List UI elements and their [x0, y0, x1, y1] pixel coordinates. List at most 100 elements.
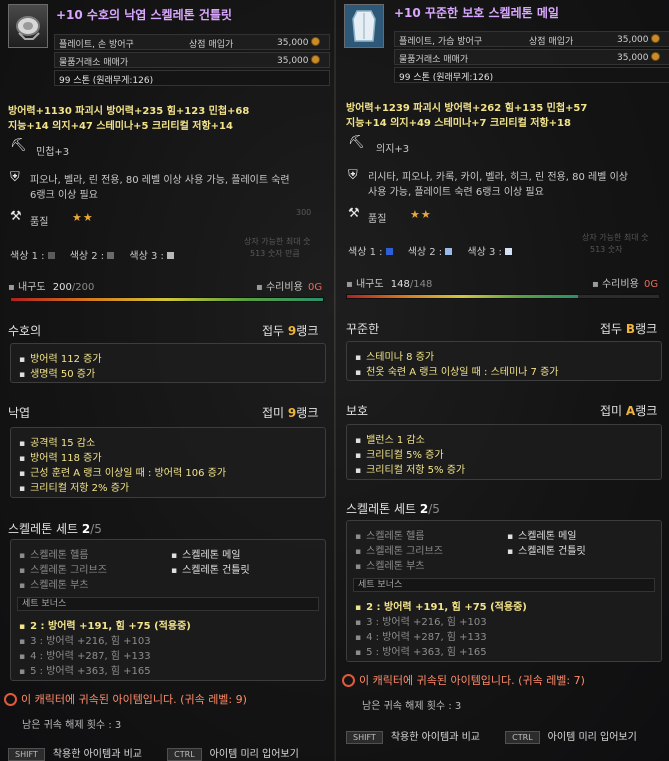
set-bonus: 3 : 방어력 +216, 힘 +103 — [355, 613, 487, 628]
right-item-tooltip: +10 꾸준한 보호 스켈레톤 메일 플레이트, 가슴 방어구 상점 매입가 3… — [335, 0, 669, 761]
set-bonus: 4 : 방어력 +287, 힘 +133 — [19, 647, 151, 662]
exchange-row: 물품거래소 매매가 35,000 — [394, 49, 669, 65]
ctrl-key[interactable]: CTRL — [505, 731, 540, 744]
item-type: 플레이트, 가슴 방어구 — [399, 37, 483, 47]
item-stats-line2: 지능+14 의지+47 스테미나+5 크리티컬 저항+14 — [8, 121, 233, 132]
coin-icon — [650, 34, 660, 43]
faded-hint-1: 상자 가능한 최대 숫 — [582, 233, 649, 242]
color3-swatch[interactable] — [166, 252, 174, 259]
color1-label: 색상 1 : — [348, 247, 383, 258]
restriction-line1: 피오나, 벨라, 린 전용, 80 레벨 이상 사용 가능, 플레이트 숙련 — [30, 175, 290, 186]
prefix-rank: 접두 9랭크 — [262, 324, 319, 338]
set-item: 스켈레톤 부츠 — [19, 576, 88, 591]
effect-line: 근성 훈련 A 랭크 이상일 때 : 방어력 106 증가 — [19, 464, 226, 479]
anvil-icon: ⚒ — [10, 209, 22, 224]
set-box: 스켈레톤 헬름 스켈레톤 메일 스켈레톤 그리브즈 스켈레톤 건틀릿 스켈레톤 … — [346, 520, 662, 662]
enchant-bonus: 민첩+3 — [36, 147, 70, 158]
anvil-icon: ⚒ — [348, 206, 360, 221]
prefix-section-title: 수호의 — [8, 324, 42, 338]
faded-number: 300 — [296, 208, 312, 217]
effect-line: 크리티컬 저항 2% 증가 — [19, 479, 129, 494]
shop-price-label: 상점 매입가 — [529, 37, 574, 47]
ctrl-key[interactable]: CTRL — [167, 748, 202, 761]
repair-value: 0G — [307, 282, 323, 293]
repair-label: 수리비용 — [601, 279, 639, 290]
suffix-effects-box: 공격력 15 감소 방어력 118 증가 근성 훈련 A 랭크 이상일 때 : … — [10, 427, 326, 498]
durability-bar — [10, 297, 324, 302]
armor-icon: ⛨ — [348, 168, 358, 183]
faded-hint-2: 513 숫자 만큼 — [250, 249, 300, 258]
effect-line: 방어력 118 증가 — [19, 449, 101, 464]
set-bonus: 5 : 방어력 +363, 힘 +165 — [19, 662, 151, 677]
mail-armor-item-icon — [344, 4, 384, 48]
color-row: 색상 1 : 색상 2 : 색상 3 : — [10, 247, 174, 262]
set-title: 스켈레톤 세트 2/5 — [8, 522, 102, 536]
bind-icon — [342, 674, 355, 687]
weight-row: 99 스톤 (원래무게:126) — [394, 67, 669, 83]
coin-icon — [310, 55, 320, 64]
set-item: 스켈레톤 그리브즈 — [19, 561, 107, 576]
armor-icon: ⛨ — [10, 170, 20, 185]
durability-bar-fill — [11, 298, 323, 301]
set-item: 스켈레톤 메일 — [507, 527, 576, 542]
coin-icon — [650, 52, 660, 61]
item-stats-line1: 방어력+1239 파괴시 방어력+262 힘+135 민첩+57 — [346, 103, 588, 114]
repair-cost: ▪ 수리비용 0G — [256, 282, 323, 293]
effect-line: 천옷 숙련 A 랭크 이상일 때 : 스테미나 7 증가 — [355, 363, 558, 378]
color-row: 색상 1 : 색상 2 : 색상 3 : — [348, 243, 512, 258]
color1-swatch[interactable] — [385, 248, 393, 255]
effect-line: 크리티컬 5% 증가 — [355, 446, 443, 461]
faded-hint-1: 상자 가능한 최대 숫 — [244, 237, 311, 246]
effect-line: 생명력 50 증가 — [19, 365, 95, 380]
color3-label: 색상 3 : — [467, 247, 502, 258]
shift-key[interactable]: SHIFT — [8, 748, 45, 761]
effect-line: 스테미나 8 증가 — [355, 348, 434, 363]
color2-swatch[interactable] — [107, 252, 115, 259]
compare-label: 착용한 아이템과 비교 — [52, 749, 142, 760]
suffix-effects-box: 밸런스 1 감소 크리티컬 5% 증가 크리티컬 저항 5% 증가 — [346, 424, 662, 480]
item-weight: 99 스톤 (원래무게:126) — [59, 76, 154, 86]
set-bonus: 5 : 방어력 +363, 힘 +165 — [355, 643, 487, 658]
color2-swatch[interactable] — [445, 248, 453, 255]
shop-price-label: 상점 매입가 — [189, 40, 234, 50]
durability-label: 내구도 — [355, 279, 384, 290]
color3-swatch[interactable] — [504, 248, 512, 255]
durability-max: /200 — [71, 282, 95, 293]
shift-key[interactable]: SHIFT — [346, 731, 383, 744]
preview-label: 아이템 미리 입어보기 — [547, 732, 637, 743]
repair-label: 수리비용 — [265, 282, 303, 293]
durability-value: 200 — [52, 282, 72, 293]
set-bonus: 2 : 방어력 +191, 힘 +75 (적용중) — [19, 617, 191, 632]
hotkey-bar: SHIFT 착용한 아이템과 비교 CTRL 아이템 미리 입어보기 — [8, 745, 299, 761]
set-item: 스켈레톤 메일 — [171, 546, 240, 561]
suffix-rank: 접미 9랭크 — [262, 406, 319, 420]
restriction-line2: 사용 가능, 플레이트 숙련 6랭크 이상 필요 — [368, 187, 544, 198]
unbind-remaining: 남은 귀속 해제 횟수 : 3 — [362, 701, 462, 712]
set-bonus-header: 세트 보너스 — [353, 578, 655, 592]
color1-swatch[interactable] — [47, 252, 55, 259]
durability-bar-fill — [347, 295, 578, 298]
set-bonus: 3 : 방어력 +216, 힘 +103 — [19, 632, 151, 647]
prefix-effects-box: 방어력 112 증가 생명력 50 증가 — [10, 343, 326, 383]
color3-label: 색상 3 : — [129, 251, 164, 262]
suffix-rank: 접미 A랭크 — [600, 404, 658, 418]
repair-cost: ▪ 수리비용 0G — [592, 279, 659, 290]
item-stats-line1: 방어력+1130 파괴시 방어력+235 힘+123 민첩+68 — [8, 106, 250, 117]
item-title: +10 꾸준한 보호 스켈레톤 메일 — [394, 6, 559, 20]
color2-label: 색상 2 : — [69, 251, 105, 262]
prefix-section-title: 꾸준한 — [346, 322, 380, 336]
weight-row: 99 스톤 (원래무게:126) — [54, 70, 330, 86]
compare-label: 착용한 아이템과 비교 — [390, 732, 480, 743]
coin-icon — [310, 37, 320, 46]
exchange-price: 35,000 — [277, 55, 320, 66]
set-item: 스켈레톤 건틀릿 — [171, 561, 250, 576]
item-title: +10 수호의 낙엽 스켈레톤 건틀릿 — [56, 8, 232, 22]
hotkey-bar: SHIFT 착용한 아이템과 비교 CTRL 아이템 미리 입어보기 — [346, 728, 637, 744]
item-type-row: 플레이트, 가슴 방어구 상점 매입가 35,000 — [394, 31, 669, 47]
repair-value: 0G — [643, 279, 659, 290]
unbind-remaining: 남은 귀속 해제 횟수 : 3 — [22, 720, 122, 731]
bind-icon — [4, 693, 17, 706]
durability-max: /148 — [409, 279, 433, 290]
set-item: 스켈레톤 헬름 — [355, 527, 424, 542]
shop-price: 35,000 — [617, 34, 660, 45]
